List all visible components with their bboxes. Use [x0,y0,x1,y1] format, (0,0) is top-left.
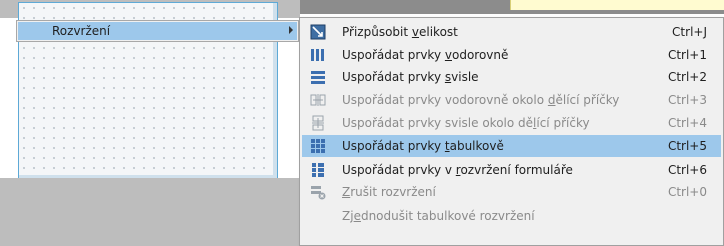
menu-item-form-layout[interactable]: Uspořádat prvky v rozvržení formuláře Ct… [302,159,721,181]
menu-item-horizontal-splitter[interactable]: Uspořádat prvky vodorovně okolo dělící p… [302,89,721,111]
menu-item-shortcut: Ctrl+3 [667,93,707,107]
menu-item-vertical-splitter[interactable]: Uspořádat prvky svisle okolo dělící příč… [302,112,721,134]
menu-item-label: Zjednodušit tabulkové rozvržení [342,209,535,223]
menu-item-break-layout[interactable]: Zrušit rozvržení Ctrl+0 [302,181,721,203]
vertical-splitter-icon [310,115,326,131]
submenu-arrow-icon [289,26,293,34]
layout-vertical-icon [310,69,326,85]
grid-layout-icon [310,138,326,154]
parent-context-menu: Rozvržení [16,20,299,42]
menu-item-shortcut: Ctrl+1 [667,48,707,62]
menu-item-grid-layout[interactable]: Uspořádat prvky tabulkově Ctrl+5 [302,135,721,157]
layout-horizontal-icon [310,47,326,63]
menu-item-label: Uspořádat prvky svisle [342,70,479,84]
menu-item-layout-label: Rozvržení [52,24,111,38]
menu-item-label: Uspořádat prvky tabulkově [342,139,504,153]
form-preview-edge [510,0,724,10]
menu-item-label: Uspořádat prvky svisle okolo dělící příč… [342,116,590,130]
menu-item-shortcut: Ctrl+J [672,25,707,39]
horizontal-splitter-icon [310,92,326,108]
menu-item-shortcut: Ctrl+6 [667,163,707,177]
layout-submenu: Přizpůsobit velikost Ctrl+J Uspořádat pr… [299,17,724,246]
menu-item-label: Zrušit rozvržení [342,185,436,199]
menu-item-layout-vertical[interactable]: Uspořádat prvky svisle Ctrl+2 [302,66,721,88]
menu-item-label: Uspořádat prvky v rozvržení formuláře [342,163,573,177]
designer-background-bottom [0,178,300,246]
menu-item-shortcut: Ctrl+2 [667,70,707,84]
menu-item-label: Uspořádat prvky vodorovně okolo dělící p… [342,93,620,107]
menu-item-layout[interactable]: Rozvržení [18,22,297,40]
menu-item-layout-horizontal[interactable]: Uspořádat prvky vodorovně Ctrl+1 [302,44,721,66]
menu-item-shortcut: Ctrl+4 [667,116,707,130]
menu-item-label: Přizpůsobit velikost [342,25,458,39]
menu-item-shortcut: Ctrl+5 [667,139,707,153]
menu-item-adjust-size[interactable]: Přizpůsobit velikost Ctrl+J [302,21,721,43]
menu-item-simplify-grid-layout[interactable]: Zjednodušit tabulkové rozvržení [302,205,721,227]
form-layout-icon [310,162,326,178]
menu-item-shortcut: Ctrl+0 [667,185,707,199]
break-layout-icon [310,184,326,200]
adjust-size-icon [310,24,326,40]
menu-item-label: Uspořádat prvky vodorovně [342,48,509,62]
